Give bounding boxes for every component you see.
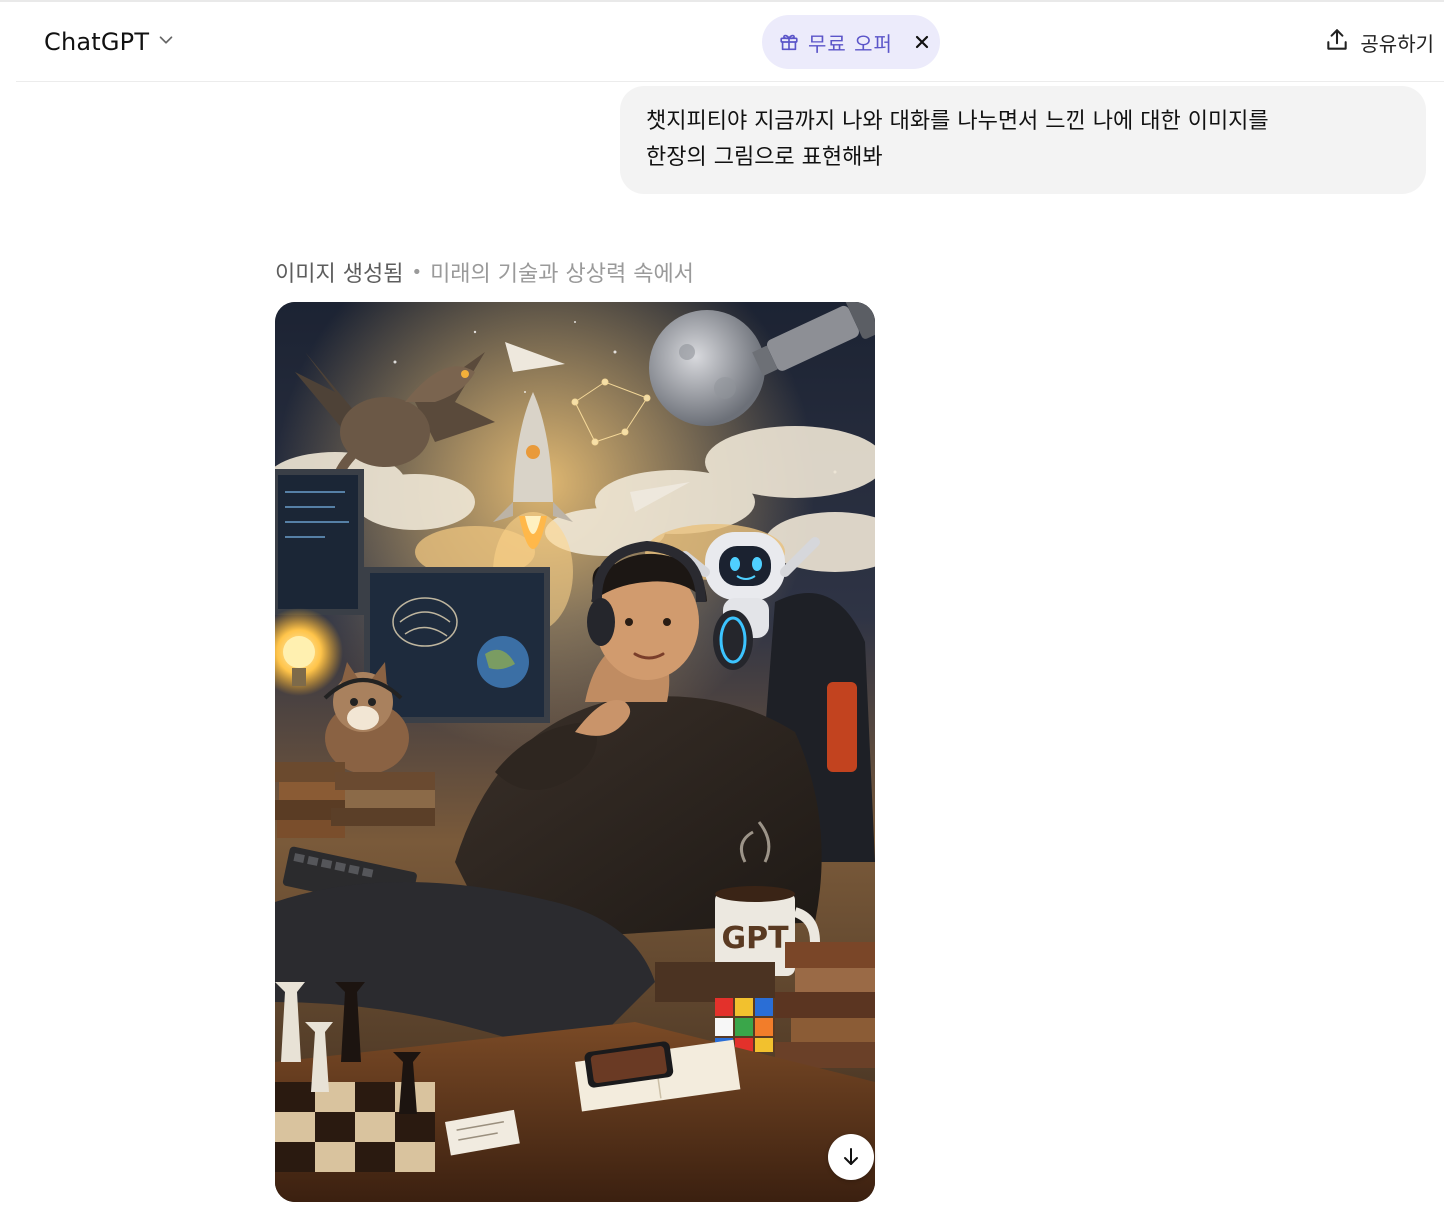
share-label: 공유하기 — [1360, 31, 1434, 56]
generated-illustration: GPT — [275, 302, 875, 1202]
share-icon — [1324, 27, 1350, 57]
gift-icon — [778, 31, 800, 53]
free-offer-label: 무료 오퍼 — [808, 31, 893, 56]
share-button[interactable]: 공유하기 — [1324, 22, 1434, 62]
separator-dot: • — [411, 261, 423, 283]
user-message-line: 챗지피티야 지금까지 나와 대화를 나누면서 느낀 나에 대한 이미지를 — [646, 109, 1269, 134]
user-message-bubble: 챗지피티야 지금까지 나와 대화를 나누면서 느낀 나에 대한 이미지를 한장의… — [620, 86, 1426, 194]
chevron-down-icon — [155, 29, 177, 55]
top-bar: ChatGPT 무료 오퍼 공유하기 — [16, 2, 1444, 82]
image-subtitle: 미래의 기술과 상상력 속에서 — [430, 262, 694, 287]
mug-label: GPT — [721, 921, 789, 956]
close-offer-button[interactable] — [909, 29, 935, 55]
model-selector-button[interactable]: ChatGPT — [32, 18, 189, 66]
download-button[interactable] — [828, 1134, 874, 1180]
free-offer-pill[interactable]: 무료 오퍼 — [762, 15, 940, 69]
generated-image[interactable]: GPT — [275, 302, 875, 1202]
generated-image-header: 이미지 생성됨 • 미래의 기술과 상상력 속에서 — [275, 254, 694, 290]
image-status: 이미지 생성됨 — [275, 262, 404, 287]
model-label: ChatGPT — [44, 28, 150, 56]
user-message-line: 한장의 그림으로 표현해봐 — [646, 145, 883, 170]
close-icon — [915, 35, 929, 49]
arrow-down-icon — [844, 1148, 858, 1165]
